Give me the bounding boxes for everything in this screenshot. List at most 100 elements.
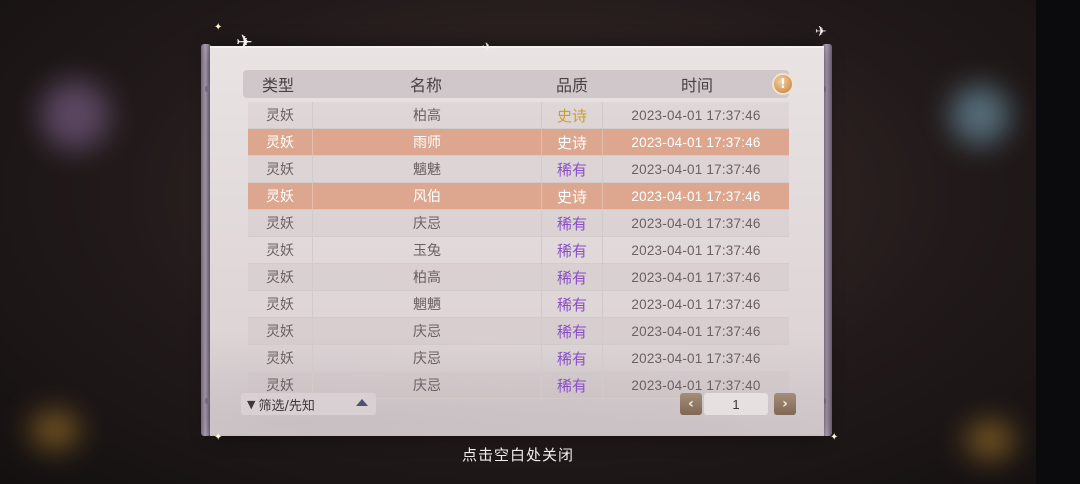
cell-time: 2023-04-01 17:37:46 <box>631 188 761 204</box>
table-row: 灵妖 庆忌 稀有 2023-04-01 17:37:46 <box>248 345 789 372</box>
cell-quality: 史诗 <box>556 133 587 152</box>
cell-type: 灵妖 <box>266 297 294 313</box>
cell-type-container: 灵妖 <box>248 345 312 371</box>
swallow-icon: ✈ <box>482 40 493 54</box>
cell-quality: 稀有 <box>556 349 587 368</box>
cell-name-container: 柏高 <box>312 102 541 128</box>
cell-quality: 稀有 <box>556 376 587 395</box>
funnel-icon: ▼ <box>247 397 256 411</box>
cell-type-container: 灵妖 <box>248 237 312 263</box>
cell-time: 2023-04-01 17:37:46 <box>631 215 761 231</box>
cell-time: 2023-04-01 17:37:46 <box>631 134 761 150</box>
cell-type: 灵妖 <box>266 108 294 124</box>
cell-name-container: 玉兔 <box>312 237 541 263</box>
cell-type-container: 灵妖 <box>248 264 312 290</box>
swallow-icon: ✈ <box>815 24 827 40</box>
cell-time-container: 2023-04-01 17:37:46 <box>603 210 789 236</box>
table-row: 灵妖 魍魉 稀有 2023-04-01 17:37:46 <box>248 291 789 318</box>
cell-time: 2023-04-01 17:37:46 <box>631 269 761 285</box>
sparkle-icon: ✦ <box>830 432 839 443</box>
cell-quality-container: 史诗 <box>541 102 603 128</box>
screen-edge <box>1036 0 1080 484</box>
cell-quality-container: 稀有 <box>541 237 603 263</box>
cell-quality-container: 稀有 <box>541 291 603 317</box>
cell-quality-container: 稀有 <box>541 372 603 398</box>
cell-name: 庆忌 <box>413 216 441 232</box>
swallow-icon: ✈ <box>236 30 253 54</box>
info-icon[interactable]: ! <box>772 73 794 95</box>
cell-type: 灵妖 <box>266 351 294 367</box>
table-row: 灵妖 雨师 史诗 2023-04-01 17:37:46 <box>248 129 789 156</box>
cell-time-container: 2023-04-01 17:37:46 <box>603 318 789 344</box>
table-row: 灵妖 风伯 史诗 2023-04-01 17:37:46 <box>248 183 789 210</box>
cell-time: 2023-04-01 17:37:46 <box>631 296 761 312</box>
cell-time-container: 2023-04-01 17:37:46 <box>603 129 789 155</box>
cell-name: 庆忌 <box>413 378 441 394</box>
table-row: 灵妖 庆忌 稀有 2023-04-01 17:37:46 <box>248 210 789 237</box>
next-page-button[interactable]: › <box>774 393 796 415</box>
cell-name-container: 庆忌 <box>312 210 541 236</box>
cell-time: 2023-04-01 17:37:40 <box>631 377 761 393</box>
cell-type: 灵妖 <box>266 189 294 205</box>
cell-type-container: 灵妖 <box>248 102 312 128</box>
filter-label: 筛选/先知 <box>258 398 315 414</box>
cell-quality: 稀有 <box>556 268 587 287</box>
table-row: 灵妖 柏高 稀有 2023-04-01 17:37:46 <box>248 264 789 291</box>
cell-time: 2023-04-01 17:37:46 <box>631 323 761 339</box>
header-time: 时间 <box>680 76 713 95</box>
cell-type: 灵妖 <box>266 162 294 178</box>
cell-name-container: 风伯 <box>312 183 541 209</box>
cell-quality: 稀有 <box>556 160 587 179</box>
cell-name-container: 庆忌 <box>312 318 541 344</box>
cell-type-container: 灵妖 <box>248 156 312 182</box>
cell-type-container: 灵妖 <box>248 318 312 344</box>
cell-time-container: 2023-04-01 17:37:46 <box>603 345 789 371</box>
cell-name: 风伯 <box>413 189 441 205</box>
cell-time: 2023-04-01 17:37:46 <box>631 161 761 177</box>
background-glow <box>950 85 1010 145</box>
cell-time-container: 2023-04-01 17:37:46 <box>603 237 789 263</box>
header-type: 类型 <box>261 76 294 95</box>
cell-quality: 稀有 <box>556 214 587 233</box>
cell-quality: 稀有 <box>556 322 587 341</box>
dropdown-arrow-icon <box>356 399 368 406</box>
cell-type-container: 灵妖 <box>248 210 312 236</box>
table-row: 灵妖 魑魅 稀有 2023-04-01 17:37:46 <box>248 156 789 183</box>
cell-name-container: 雨师 <box>312 129 541 155</box>
cell-name: 雨师 <box>413 135 441 151</box>
cell-quality-container: 稀有 <box>541 345 603 371</box>
cell-quality-container: 稀有 <box>541 264 603 290</box>
header-quality: 品质 <box>555 76 588 95</box>
cell-time-container: 2023-04-01 17:37:46 <box>603 183 789 209</box>
page-number-field[interactable]: 1 <box>704 393 768 415</box>
cell-name: 柏高 <box>413 270 441 286</box>
cell-name: 魑魅 <box>413 162 441 178</box>
prev-page-button[interactable]: ‹ <box>680 393 702 415</box>
close-hint-text[interactable]: 点击空白处关闭 <box>0 444 1036 465</box>
cell-name: 玉兔 <box>413 243 441 259</box>
cell-name-container: 庆忌 <box>312 345 541 371</box>
cell-name: 魍魉 <box>413 297 441 313</box>
cell-name: 庆忌 <box>413 351 441 367</box>
cell-type-container: 灵妖 <box>248 291 312 317</box>
cell-time: 2023-04-01 17:37:46 <box>631 107 761 123</box>
cell-type: 灵妖 <box>266 378 294 394</box>
cell-name-container: 柏高 <box>312 264 541 290</box>
table-header: 类型 名称 品质 时间 <box>243 70 789 98</box>
cell-type-container: 灵妖 <box>248 183 312 209</box>
cell-type-container: 灵妖 <box>248 129 312 155</box>
cell-quality: 史诗 <box>556 106 587 125</box>
table-row: 灵妖 玉兔 稀有 2023-04-01 17:37:46 <box>248 237 789 264</box>
cell-name: 庆忌 <box>413 324 441 340</box>
cell-quality-container: 史诗 <box>541 183 603 209</box>
cell-type: 灵妖 <box>266 270 294 286</box>
cell-type: 灵妖 <box>266 324 294 340</box>
filter-dropdown[interactable]: ▼ 筛选/先知 <box>241 393 376 415</box>
cell-time-container: 2023-04-01 17:37:46 <box>603 291 789 317</box>
cell-name-container: 魑魅 <box>312 156 541 182</box>
table-row: 灵妖 庆忌 稀有 2023-04-01 17:37:46 <box>248 318 789 345</box>
cell-time: 2023-04-01 17:37:46 <box>631 350 761 366</box>
cell-time-container: 2023-04-01 17:37:46 <box>603 156 789 182</box>
cell-quality-container: 稀有 <box>541 210 603 236</box>
cell-quality: 史诗 <box>556 187 587 206</box>
